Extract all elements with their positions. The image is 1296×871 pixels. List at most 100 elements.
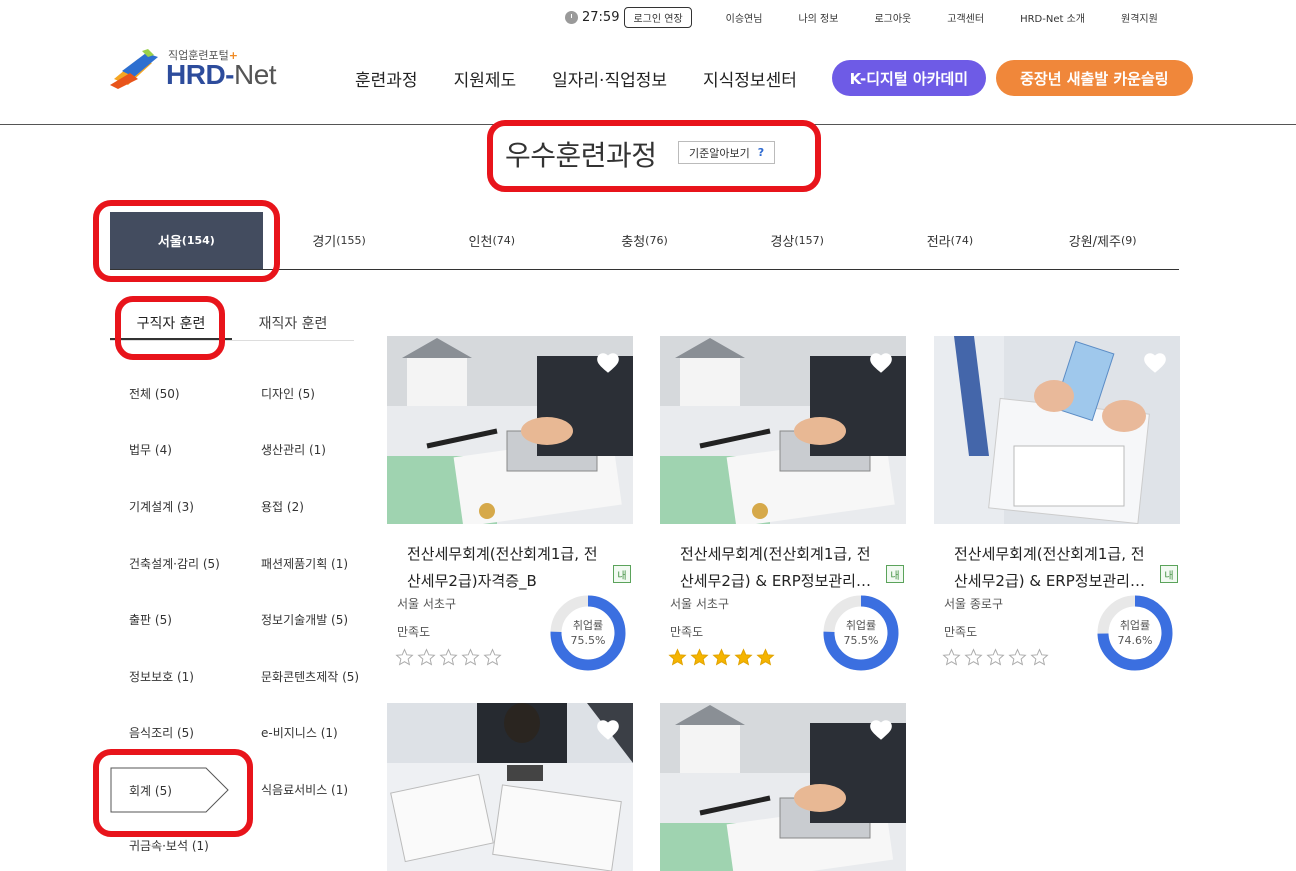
- employment-rate-gauge: 취업률 75.5%: [823, 595, 899, 671]
- category-law[interactable]: 법무 (4): [129, 441, 172, 458]
- criteria-info-button[interactable]: 기준알아보기 ?: [678, 141, 776, 164]
- category-jewelry[interactable]: 귀금속·보석 (1): [129, 837, 209, 854]
- category-food-service[interactable]: 식음료서비스 (1): [261, 781, 348, 798]
- star-icon: [1030, 648, 1049, 666]
- satisfaction-label: 만족도: [397, 625, 431, 639]
- satisfaction-label: 만족도: [670, 625, 704, 639]
- category-mech-design[interactable]: 기계설계 (3): [129, 498, 194, 515]
- course-badge: 내: [613, 565, 631, 583]
- course-image: [934, 336, 1180, 524]
- tab-region-seoul[interactable]: 서울 (154): [110, 212, 263, 269]
- course-image: [387, 703, 633, 871]
- category-ebusiness[interactable]: e-비지니스 (1): [261, 724, 338, 741]
- tab-employee-training[interactable]: 재직자 훈련: [232, 307, 354, 340]
- logout-link[interactable]: 로그아웃: [874, 10, 911, 25]
- clock-icon: [565, 10, 578, 24]
- star-icon: [417, 648, 436, 666]
- logo-brand: HRD-: [166, 59, 235, 90]
- course-card[interactable]: [387, 703, 633, 871]
- header-divider: [0, 124, 1296, 125]
- nav-support-system[interactable]: 지원제도: [454, 66, 517, 91]
- course-card[interactable]: 전산세무회계(전산회계1급, 전산세무2급)자격증_B 내 서울 서초구 만족도…: [387, 336, 633, 671]
- rate-value: 75.5%: [844, 634, 879, 647]
- login-extend-button[interactable]: 로그인 연장: [624, 6, 692, 28]
- tab-region-gyeongsang[interactable]: 경상 (157): [721, 212, 874, 269]
- tab-jobseeker-training[interactable]: 구직자 훈련: [110, 307, 232, 340]
- star-icon: [756, 648, 775, 666]
- hrd-net-logo[interactable]: 직업훈련포털+ HRD-Net: [108, 45, 298, 91]
- category-design[interactable]: 디자인 (5): [261, 385, 315, 402]
- satisfaction-label: 만족도: [944, 625, 978, 639]
- course-card[interactable]: [660, 703, 906, 871]
- nav-job-info[interactable]: 일자리·직업정보: [552, 66, 667, 91]
- course-card[interactable]: 전산세무회계(전산회계1급, 전산세무2급) & ERP정보관리… 내 서울 서…: [660, 336, 906, 671]
- heart-icon[interactable]: [868, 717, 894, 743]
- tab-region-incheon[interactable]: 인천 (74): [415, 212, 568, 269]
- star-icon: [668, 648, 687, 666]
- star-icon: [964, 648, 983, 666]
- category-production[interactable]: 생산관리 (1): [261, 441, 326, 458]
- nav-training-courses[interactable]: 훈련과정: [355, 66, 418, 91]
- heart-icon[interactable]: [595, 350, 621, 376]
- tab-region-gyeonggi[interactable]: 경기 (155): [263, 212, 416, 269]
- question-icon: ?: [757, 146, 765, 159]
- heart-icon[interactable]: [595, 717, 621, 743]
- employment-rate-gauge: 취업률 74.6%: [1097, 595, 1173, 671]
- remote-support-link[interactable]: 원격지원: [1121, 10, 1158, 25]
- my-info-link[interactable]: 나의 정보: [798, 10, 838, 25]
- category-all[interactable]: 전체 (50): [129, 385, 180, 402]
- heart-icon[interactable]: [1142, 350, 1168, 376]
- training-type-tabs: 구직자 훈련 재직자 훈련: [110, 307, 354, 341]
- category-welding[interactable]: 용접 (2): [261, 498, 304, 515]
- k-digital-academy-button[interactable]: K-디지털 아카데미: [831, 60, 986, 96]
- rate-label: 취업률: [846, 619, 876, 632]
- course-title[interactable]: 전산세무회계(전산회계1급, 전산세무2급) & ERP정보관리…: [680, 541, 880, 595]
- nav-knowledge-center[interactable]: 지식정보센터: [703, 66, 797, 91]
- logo-mark-icon: [110, 49, 158, 89]
- category-accounting[interactable]: 회계 (5): [110, 767, 230, 813]
- criteria-label: 기준알아보기: [689, 146, 750, 160]
- main-nav: 훈련과정 지원제도 일자리·직업정보 지식정보센터 K-디지털 아카데미 중장년…: [355, 60, 1193, 96]
- satisfaction-stars: [942, 648, 1049, 667]
- course-location: 서울 종로구: [944, 597, 1004, 611]
- course-title[interactable]: 전산세무회계(전산회계1급, 전산세무2급)자격증_B: [407, 541, 607, 595]
- star-icon: [1008, 648, 1027, 666]
- category-infosec[interactable]: 정보보호 (1): [129, 668, 194, 685]
- session-timer: 27:59: [582, 9, 620, 25]
- star-icon: [461, 648, 480, 666]
- tab-region-gangwon-jeju[interactable]: 강원/제주 (9): [1026, 212, 1179, 269]
- star-icon: [986, 648, 1005, 666]
- rate-value: 74.6%: [1118, 634, 1153, 647]
- category-publishing[interactable]: 출판 (5): [129, 611, 172, 628]
- midcareer-counseling-button[interactable]: 중장년 새출발 카운슬링: [995, 60, 1193, 96]
- course-card[interactable]: 전산세무회계(전산회계1급, 전산세무2급) & ERP정보관리… 내 서울 종…: [934, 336, 1180, 671]
- star-icon: [734, 648, 753, 666]
- rate-label: 취업률: [1120, 619, 1150, 632]
- utility-bar: 27:59 로그인 연장 이승연님 나의 정보 로그아웃 고객센터 HRD-Ne…: [565, 5, 1158, 29]
- course-title[interactable]: 전산세무회계(전산회계1급, 전산세무2급) & ERP정보관리…: [954, 541, 1154, 595]
- satisfaction-stars: [395, 648, 502, 667]
- tab-region-jeolla[interactable]: 전라 (74): [874, 212, 1027, 269]
- course-location: 서울 서초구: [397, 597, 457, 611]
- page-title: 우수훈련과정: [505, 139, 657, 172]
- star-icon: [690, 648, 709, 666]
- star-icon: [942, 648, 961, 666]
- category-it-dev[interactable]: 정보기술개발 (5): [261, 611, 348, 628]
- rate-value: 75.5%: [571, 634, 606, 647]
- user-name-link[interactable]: 이승연님: [726, 10, 763, 25]
- region-tabs: 서울 (154) 경기 (155) 인천 (74) 충청 (76) 경상 (157) 전라…: [110, 212, 1179, 270]
- customer-center-link[interactable]: 고객센터: [947, 10, 984, 25]
- category-architecture[interactable]: 건축설계·감리 (5): [129, 555, 220, 572]
- course-badge: 내: [1160, 565, 1178, 583]
- star-icon: [395, 648, 414, 666]
- course-image: [387, 336, 633, 524]
- star-icon: [439, 648, 458, 666]
- tab-region-chungcheong[interactable]: 충청 (76): [568, 212, 721, 269]
- about-hrdnet-link[interactable]: HRD-Net 소개: [1020, 10, 1085, 25]
- heart-icon[interactable]: [868, 350, 894, 376]
- category-cooking[interactable]: 음식조리 (5): [129, 724, 194, 741]
- course-location: 서울 서초구: [670, 597, 730, 611]
- category-content[interactable]: 문화콘텐츠제작 (5): [261, 668, 359, 685]
- category-fashion[interactable]: 패션제품기획 (1): [261, 555, 348, 572]
- star-icon: [483, 648, 502, 666]
